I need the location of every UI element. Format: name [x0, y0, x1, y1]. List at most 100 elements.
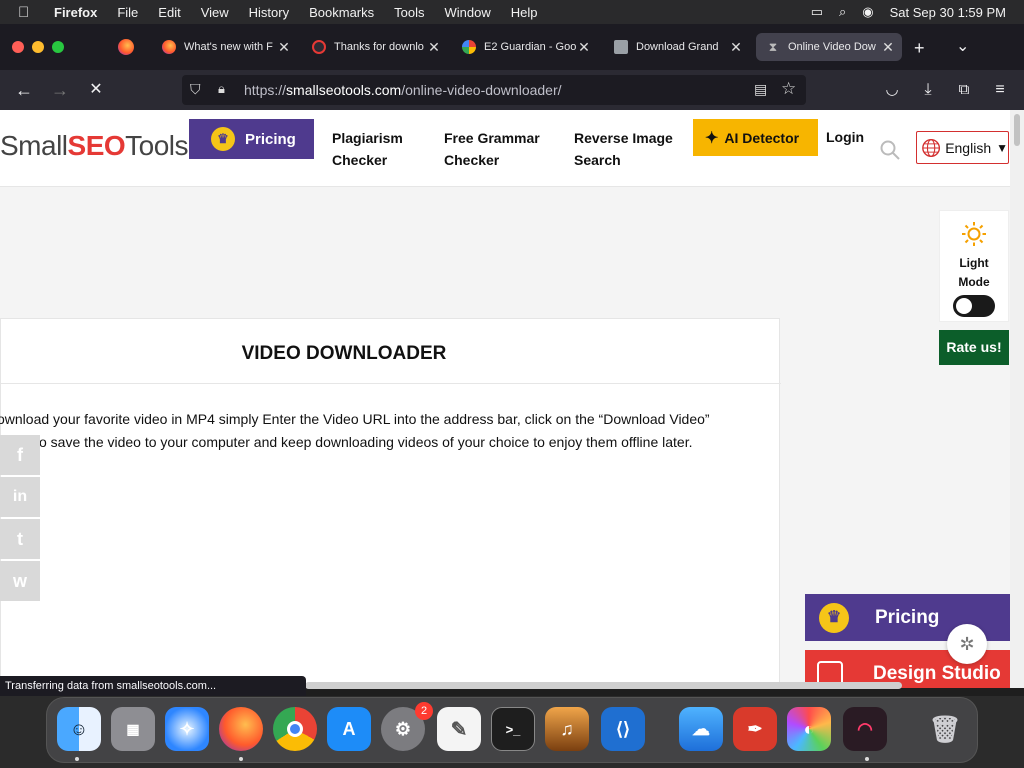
- menu-clock[interactable]: Sat Sep 30 1:59 PM: [890, 5, 1006, 20]
- istat-gauge-icon[interactable]: ◠: [843, 707, 887, 751]
- menu-help[interactable]: Help: [511, 5, 538, 20]
- launchpad-icon[interactable]: ▦: [111, 707, 155, 751]
- pricing-button[interactable]: ♛ Pricing: [189, 119, 314, 159]
- tab-close-icon[interactable]: ✕: [880, 39, 896, 56]
- horizontal-scrollbar[interactable]: [305, 682, 902, 689]
- app-store-icon[interactable]: A: [327, 707, 371, 751]
- list-all-tabs-chevron-icon[interactable]: ⌄: [956, 36, 969, 56]
- window-minimize-button[interactable]: [32, 41, 44, 53]
- ai-detector-button[interactable]: ✦ AI Detector: [693, 119, 818, 156]
- tab-download-grand[interactable]: Download Grand ✕: [604, 33, 750, 61]
- share-twitter-button[interactable]: t: [0, 519, 40, 559]
- downloads-icon[interactable]: ⤓: [916, 78, 940, 102]
- whatsapp-icon: w: [12, 570, 27, 591]
- control-center-icon[interactable]: ◉: [862, 4, 873, 20]
- extensions-icon[interactable]: ⧉: [952, 78, 976, 102]
- back-arrow-icon[interactable]: ←: [12, 78, 36, 102]
- menu-tools[interactable]: Tools: [394, 5, 424, 20]
- browser-nav-bar: ← → ✕ ⛉ 🔒︎ https://smallseotools.com/onl…: [0, 70, 1024, 110]
- page-title: VIDEO DOWNLOADER: [241, 343, 447, 364]
- menu-app-name[interactable]: Firefox: [54, 5, 97, 20]
- menu-window[interactable]: Window: [445, 5, 491, 20]
- tracking-shield-icon[interactable]: ⛉: [190, 81, 201, 98]
- textedit-icon[interactable]: ✎: [437, 707, 481, 751]
- scrollbar-thumb[interactable]: [1014, 114, 1020, 146]
- nav-reverse-image-search[interactable]: Reverse Image Search: [574, 127, 673, 171]
- globe-icon: [922, 138, 941, 157]
- tab-close-icon[interactable]: ✕: [426, 39, 442, 56]
- opera-favicon-icon: [312, 40, 326, 54]
- site-logo[interactable]: SmallSEOTools: [0, 130, 189, 162]
- loading-hourglass-icon: ⧗: [768, 40, 778, 54]
- facebook-icon: f: [17, 444, 23, 465]
- search-icon[interactable]: [880, 140, 900, 160]
- bookmark-star-icon[interactable]: ☆: [781, 79, 796, 99]
- macos-menu-bar:  Firefox File Edit View History Bookmar…: [0, 0, 1024, 24]
- firefox-view-icon[interactable]: [118, 39, 134, 55]
- url-text[interactable]: https://smallseotools.com/online-video-d…: [244, 82, 562, 98]
- url-path: /online-video-downloader/: [401, 82, 562, 98]
- intro-line-2: o save the video to your computer and ke…: [39, 434, 693, 450]
- menu-edit[interactable]: Edit: [158, 5, 180, 20]
- running-indicator: [75, 757, 79, 761]
- tab-whats-new[interactable]: What's new with F ✕: [152, 33, 298, 61]
- light-mode-toggle[interactable]: [953, 295, 995, 317]
- intro-paragraph: ownload your favorite video in MP4 simpl…: [0, 408, 721, 454]
- nav-label-line1: Reverse Image: [574, 130, 673, 146]
- new-tab-plus-icon[interactable]: +: [914, 38, 925, 59]
- rate-us-button[interactable]: Rate us!: [939, 330, 1009, 365]
- garageband-icon[interactable]: ♫: [545, 707, 589, 751]
- url-bar[interactable]: ⛉ 🔒︎ https://smallseotools.com/online-vi…: [182, 75, 806, 105]
- login-link[interactable]: Login: [826, 129, 864, 145]
- pricing-label: Pricing: [245, 130, 296, 148]
- pocket-icon[interactable]: ◡: [880, 78, 904, 102]
- tab-title: Thanks for downlo: [334, 41, 424, 53]
- google-favicon-icon: [462, 40, 476, 54]
- window-zoom-button[interactable]: [52, 41, 64, 53]
- tab-close-icon[interactable]: ✕: [728, 39, 744, 56]
- menu-file[interactable]: File: [117, 5, 138, 20]
- logo-text-small: Small: [0, 130, 68, 161]
- nav-free-grammar-checker[interactable]: Free Grammar Checker: [444, 127, 540, 171]
- menu-bookmarks[interactable]: Bookmarks: [309, 5, 374, 20]
- nav-plagiarism-checker[interactable]: Plagiarism Checker: [332, 127, 403, 171]
- lock-icon[interactable]: 🔒︎: [218, 81, 225, 97]
- tab-online-video-downloader[interactable]: ⧗ Online Video Dow ✕: [756, 33, 902, 61]
- menu-view[interactable]: View: [201, 5, 229, 20]
- tab-close-icon[interactable]: ✕: [276, 39, 292, 56]
- bug-report-button[interactable]: ✲: [947, 624, 987, 664]
- stop-loading-icon[interactable]: ✕: [84, 78, 108, 102]
- tab-title: Download Grand: [636, 41, 719, 53]
- finder-icon[interactable]: ☺: [57, 707, 101, 751]
- screen-mirroring-icon[interactable]: ▭: [811, 4, 823, 20]
- hamburger-menu-icon[interactable]: ≡: [988, 78, 1012, 102]
- menu-history[interactable]: History: [249, 5, 289, 20]
- vscode-icon[interactable]: ⟨⟩: [601, 707, 645, 751]
- running-indicator: [239, 757, 243, 761]
- forward-arrow-icon[interactable]: →: [48, 78, 72, 102]
- apple-icon[interactable]: : [18, 4, 36, 21]
- vertical-scrollbar[interactable]: [1010, 110, 1024, 688]
- tab-close-icon[interactable]: ✕: [576, 39, 592, 56]
- firefox-icon[interactable]: [219, 707, 263, 751]
- tab-e2-guardian[interactable]: E2 Guardian - Goo ✕: [452, 33, 598, 61]
- weather-cloud-icon[interactable]: ☁: [679, 707, 723, 751]
- site-favicon-icon: [614, 40, 628, 54]
- share-facebook-button[interactable]: f: [0, 435, 40, 475]
- spotlight-search-icon[interactable]: ⌕: [839, 4, 846, 20]
- share-linkedin-button[interactable]: in: [0, 477, 40, 517]
- trash-icon[interactable]: 🗑︎: [923, 707, 967, 751]
- chrome-icon[interactable]: [273, 707, 317, 751]
- tab-thanks-download[interactable]: Thanks for downlo ✕: [302, 33, 448, 61]
- share-whatsapp-button[interactable]: w: [0, 561, 40, 601]
- macos-dock: ☺ ▦ ✧ A ⚙ 2 ✎ >_ ♫ ⟨⟩ ☁ ✒ ◐ ◠ 🗑︎: [46, 697, 978, 763]
- reader-view-icon[interactable]: ▤: [754, 81, 767, 98]
- pixelmator-icon[interactable]: ✒: [733, 707, 777, 751]
- safari-icon[interactable]: ✧: [165, 707, 209, 751]
- language-select[interactable]: English ▼: [916, 131, 1009, 164]
- color-picker-icon[interactable]: ◐: [787, 707, 831, 751]
- terminal-icon[interactable]: >_: [491, 707, 535, 751]
- bug-icon: ✲: [959, 633, 975, 654]
- browser-tab-strip: What's new with F ✕ Thanks for downlo ✕ …: [0, 24, 1024, 70]
- window-close-button[interactable]: [12, 41, 24, 53]
